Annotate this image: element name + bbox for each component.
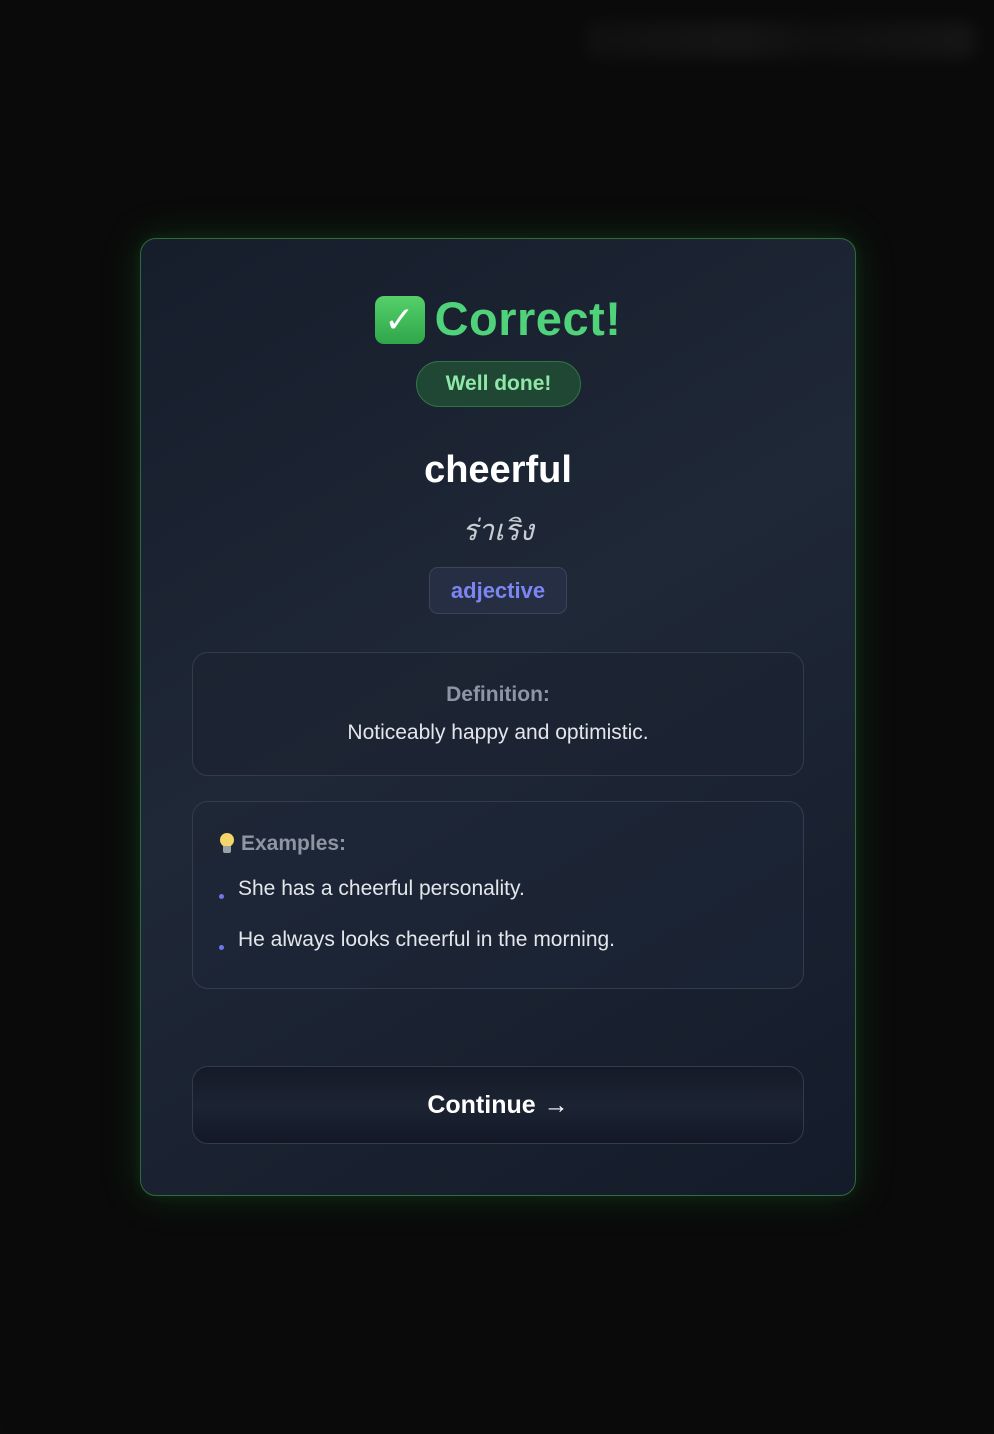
example-item: He always looks cheerful in the morning. [219,928,615,952]
definition-text: Noticeably happy and optimistic. [347,721,649,744]
word-translation: ร่าเริง [462,515,534,547]
continue-label: Continue [427,1090,536,1119]
definition-panel: Definition: Noticeably happy and optimis… [192,652,804,776]
example-item: She has a cheerful personality. [219,877,525,901]
example-text: She has a cheerful personality. [238,877,525,900]
examples-label: Examples: [241,832,347,855]
vocab-word: cheerful [424,449,572,491]
definition-label: Definition: [446,683,550,706]
examples-header: Examples: [219,832,346,856]
lightbulb-icon [219,833,235,855]
bullet-icon [219,893,224,899]
continue-button[interactable]: Continue → [192,1066,804,1144]
check-mark-icon: ✓ [374,295,425,344]
app-window: ✓ Correct! Well done! cheerful ร่าเริง a… [0,0,994,1434]
result-card: ✓ Correct! Well done! cheerful ร่าเริง a… [140,238,856,1196]
bullet-icon [219,944,224,950]
arrow-right-icon: → [543,1090,569,1119]
result-title-text: Correct! [434,292,622,345]
part-of-speech-badge: adjective [429,567,567,614]
examples-panel: Examples: She has a cheerful personality… [192,801,804,989]
example-text: He always looks cheerful in the morning. [238,928,616,951]
well-done-badge: Well done! [416,361,581,407]
blurred-header [585,22,975,58]
result-heading: ✓ Correct! [141,291,855,346]
